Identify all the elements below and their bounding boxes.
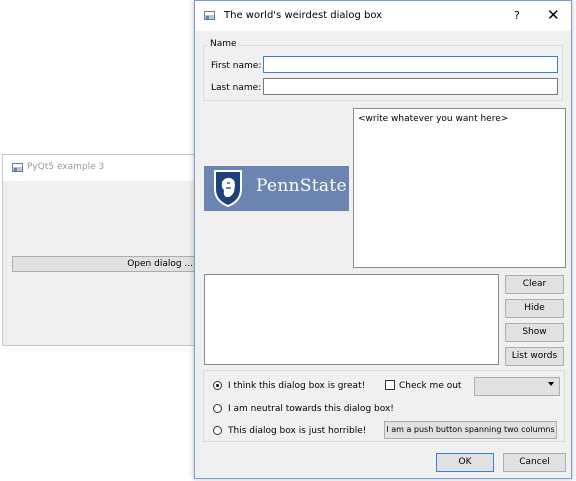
radio-horrible-label: This dialog box is just horrible! [228, 426, 367, 436]
ok-button[interactable]: OK [436, 453, 494, 472]
last-name-field[interactable] [263, 78, 558, 95]
check-me-out-label: Check me out [399, 381, 462, 391]
combo-box[interactable] [474, 377, 560, 396]
radio-great[interactable] [213, 381, 222, 390]
pennstate-logo: PennState [204, 166, 349, 211]
nittany-lion-shield-icon [214, 170, 242, 207]
close-button[interactable]: ✕ [547, 6, 560, 24]
clear-button[interactable]: Clear [505, 275, 564, 294]
radio-great-label: I think this dialog box is great! [228, 381, 366, 391]
check-me-out-checkbox[interactable] [385, 380, 395, 390]
pennstate-logo-text: PennState [256, 176, 347, 196]
dialog-window: The world's weirdest dialog box ? ✕ Name… [194, 0, 572, 479]
hide-button[interactable]: Hide [505, 299, 564, 318]
help-button[interactable]: ? [514, 9, 520, 22]
back-window: PyQt5 example 3 Open dialog ... [2, 154, 212, 346]
span-two-columns-button[interactable]: I am a push button spanning two columns [384, 421, 557, 439]
first-name-field[interactable] [263, 56, 558, 73]
radio-neutral-label: I am neutral towards this dialog box! [228, 404, 394, 414]
back-window-titlebar[interactable]: PyQt5 example 3 [3, 155, 201, 181]
back-window-title: PyQt5 example 3 [27, 162, 105, 172]
app-window-icon [12, 163, 23, 172]
chevron-down-icon [548, 382, 554, 386]
last-name-label: Last name: [211, 83, 262, 93]
name-group-title: Name [208, 39, 239, 49]
radio-neutral[interactable] [213, 404, 222, 413]
app-window-icon [204, 11, 215, 20]
notes-text: <write whatever you want here> [358, 114, 509, 124]
radio-horrible[interactable] [213, 426, 222, 435]
notes-textarea[interactable]: <write whatever you want here> [353, 108, 566, 268]
dialog-title: The world's weirdest dialog box [224, 10, 383, 21]
list-words-button[interactable]: List words [505, 347, 564, 366]
words-list[interactable] [204, 274, 499, 365]
show-button[interactable]: Show [505, 323, 564, 342]
open-dialog-button[interactable]: Open dialog ... [12, 256, 212, 272]
cancel-button[interactable]: Cancel [503, 453, 566, 472]
first-name-label: First name: [211, 61, 262, 71]
dialog-titlebar[interactable]: The world's weirdest dialog box ? ✕ [195, 1, 571, 31]
